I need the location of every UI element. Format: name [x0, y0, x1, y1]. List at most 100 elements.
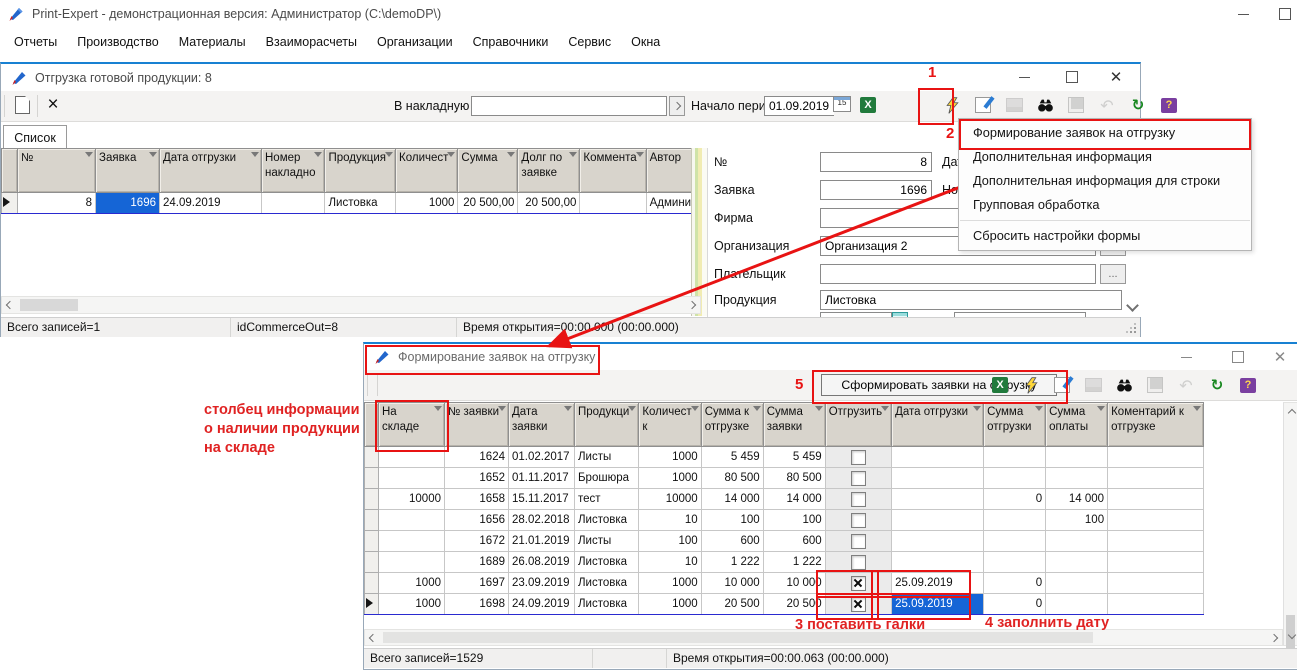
filter-dropdown-icon[interactable] — [1035, 406, 1043, 411]
grid-cell[interactable]: 1698 — [445, 594, 509, 615]
grid-cell[interactable] — [1108, 531, 1204, 552]
grid-cell[interactable]: 24.09.2019 — [160, 193, 262, 214]
grid-cell[interactable] — [825, 447, 891, 468]
column-header[interactable]: Сумма — [458, 149, 518, 193]
grid-cell[interactable]: 10000 — [379, 489, 445, 510]
payer-lookup-button[interactable]: ... — [1100, 264, 1126, 284]
formation-maximize-button[interactable] — [1223, 347, 1253, 367]
formation-minimize-button[interactable] — [1171, 347, 1201, 367]
column-header[interactable]: Количест к — [639, 403, 701, 447]
column-header[interactable]: Сумма оплаты — [1046, 403, 1108, 447]
grid-cell[interactable] — [1108, 468, 1204, 489]
filter-dropdown-icon[interactable] — [385, 152, 393, 157]
menu-materials[interactable]: Материалы — [169, 35, 256, 49]
scroll-left-icon[interactable] — [365, 630, 381, 646]
row-marker[interactable] — [365, 531, 379, 552]
grid-cell[interactable]: 1658 — [445, 489, 509, 510]
grid-cell[interactable]: 10 — [639, 510, 701, 531]
grid-cell[interactable]: 10 — [639, 552, 701, 573]
grid-cell[interactable]: 1656 — [445, 510, 509, 531]
grid-cell[interactable] — [892, 531, 984, 552]
shipment-maximize-button[interactable] — [1057, 67, 1087, 87]
edit-note-icon[interactable] — [972, 94, 994, 116]
formation-close-button[interactable]: ✕ — [1265, 347, 1295, 367]
help-book-icon[interactable]: ? — [1237, 374, 1259, 396]
shipment-hscrollbar[interactable] — [1, 296, 701, 314]
binoculars-search-icon[interactable] — [1113, 374, 1135, 396]
grid-cell[interactable]: 21.01.2019 — [509, 531, 575, 552]
grid-cell[interactable] — [379, 552, 445, 573]
grid-cell[interactable]: Листовка — [325, 193, 396, 214]
ship-checkbox[interactable] — [851, 555, 866, 570]
filter-dropdown-icon[interactable] — [447, 152, 455, 157]
grid-cell[interactable]: 80 500 — [763, 468, 825, 489]
grid-cell[interactable] — [892, 468, 984, 489]
row-marker[interactable] — [365, 468, 379, 489]
invoice-input[interactable] — [471, 96, 667, 116]
filter-dropdown-icon[interactable] — [498, 406, 506, 411]
grid-cell[interactable] — [1108, 594, 1204, 615]
payer-field[interactable] — [820, 264, 1096, 284]
menu-directories[interactable]: Справочники — [463, 35, 559, 49]
menu-organizations[interactable]: Организации — [367, 35, 463, 49]
filter-dropdown-icon[interactable] — [434, 406, 442, 411]
grid-cell[interactable]: 1000 — [396, 193, 458, 214]
menu-item-group-processing[interactable]: Групповая обработка — [959, 193, 1251, 217]
new-record-icon[interactable] — [11, 94, 33, 116]
grid-cell[interactable] — [1046, 447, 1108, 468]
column-header[interactable]: Продукци — [575, 403, 639, 447]
grid-cell[interactable]: Листовка — [575, 510, 639, 531]
filter-dropdown-icon[interactable] — [1193, 406, 1201, 411]
scroll-up-icon[interactable] — [1284, 405, 1297, 421]
grid-cell[interactable]: 1000 — [379, 594, 445, 615]
row-marker[interactable] — [2, 193, 18, 214]
grid-cell[interactable]: 10 000 — [701, 573, 763, 594]
grid-cell[interactable]: 1672 — [445, 531, 509, 552]
grid-cell[interactable]: 1697 — [445, 573, 509, 594]
grid-cell[interactable]: 23.09.2019 — [509, 573, 575, 594]
grid-cell[interactable]: 01.02.2017 — [509, 447, 575, 468]
filter-dropdown-icon[interactable] — [251, 152, 259, 157]
scroll-right-icon[interactable] — [684, 297, 700, 313]
grid-cell[interactable]: 1000 — [639, 447, 701, 468]
binoculars-search-icon[interactable] — [1034, 94, 1056, 116]
lightning-operations-icon[interactable] — [1020, 374, 1042, 396]
grid-cell[interactable]: 0 — [984, 594, 1046, 615]
grid-cell[interactable]: 5 459 — [763, 447, 825, 468]
grid-cell[interactable]: 8 — [18, 193, 96, 214]
grid-cell[interactable] — [825, 489, 891, 510]
menu-reports[interactable]: Отчеты — [4, 35, 67, 49]
menu-item-additional-info-row[interactable]: Дополнительная информация для строки — [959, 169, 1251, 193]
column-header[interactable]: Заявка — [96, 149, 160, 193]
column-header[interactable]: Количест — [396, 149, 458, 193]
grid-cell[interactable]: 0 — [984, 489, 1046, 510]
column-header[interactable]: Долг по заявке — [518, 149, 580, 193]
scroll-left-icon[interactable] — [2, 297, 18, 313]
column-header[interactable]: Дата отгрузки — [892, 403, 984, 447]
grid-cell[interactable] — [984, 552, 1046, 573]
filter-dropdown-icon[interactable] — [881, 406, 889, 411]
lightning-operations-icon[interactable] — [941, 94, 963, 116]
column-header[interactable]: Дата отгрузки — [160, 149, 262, 193]
refresh-icon[interactable]: ↻ — [1206, 374, 1228, 396]
scroll-down-icon[interactable] — [1284, 627, 1297, 643]
ship-checkbox[interactable] — [851, 513, 866, 528]
shipment-close-button[interactable]: ✕ — [1101, 67, 1131, 87]
grid-cell[interactable]: 100 — [701, 510, 763, 531]
grid-cell[interactable]: 5 459 — [701, 447, 763, 468]
formation-vscrollbar[interactable] — [1283, 402, 1297, 646]
ship-checkbox-checked[interactable] — [851, 576, 866, 591]
menu-item-additional-info[interactable]: Дополнительная информация — [959, 145, 1251, 169]
grid-cell[interactable]: 14 000 — [763, 489, 825, 510]
column-header[interactable]: № — [18, 149, 96, 193]
grid-cell[interactable]: Брошюра — [575, 468, 639, 489]
grid-cell[interactable] — [379, 447, 445, 468]
grid-cell[interactable] — [892, 447, 984, 468]
grid-cell[interactable]: 100 — [1046, 510, 1108, 531]
menu-item-reset-form-settings[interactable]: Сбросить настройки формы — [959, 224, 1251, 248]
formation-hscrollbar[interactable] — [364, 629, 1283, 646]
grid-cell[interactable] — [825, 468, 891, 489]
grid-cell[interactable]: 14 000 — [701, 489, 763, 510]
grid-cell[interactable] — [1046, 573, 1108, 594]
column-header[interactable]: Коментарий к отгрузке — [1108, 403, 1204, 447]
